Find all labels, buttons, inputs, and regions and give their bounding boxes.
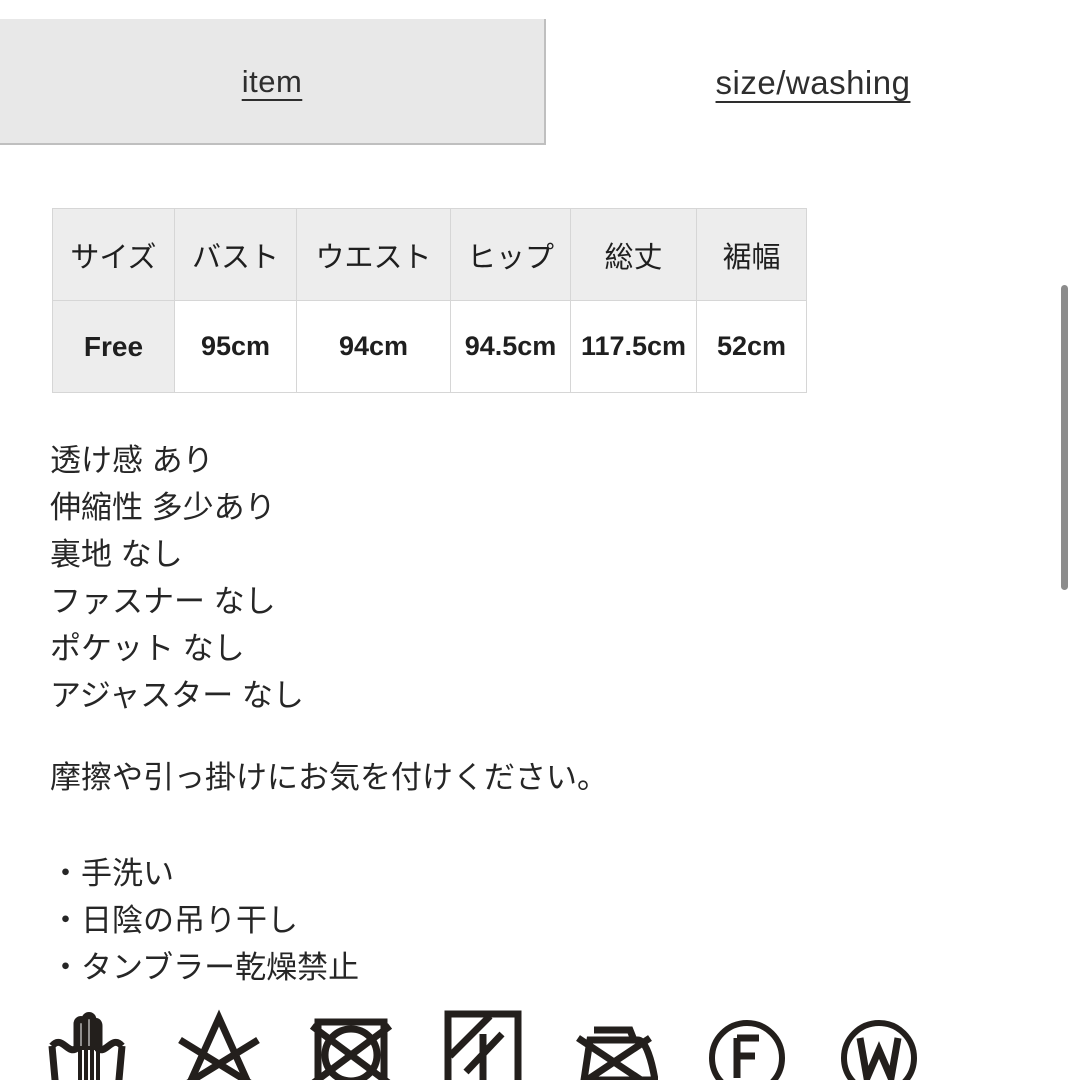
spec-item: アジャスター なし: [50, 678, 304, 713]
spec-item: ポケット なし: [50, 631, 245, 666]
tab-item-label: item: [241, 63, 303, 99]
line-dry-in-shade-icon: [440, 1004, 526, 1080]
size-table-head: サイズ バスト ウエスト ヒップ 総丈 裾幅: [52, 208, 807, 301]
size-table-cell: 95cm: [174, 300, 297, 393]
care-symbol-row: [44, 1004, 944, 1080]
do-not-bleach-icon: [176, 1004, 262, 1080]
spec-item: 透け感 あり: [50, 443, 214, 478]
spec-item: 裏地 なし: [50, 537, 183, 572]
size-table-cell: 94.5cm: [450, 300, 571, 393]
dry-clean-petroleum-icon: [704, 1004, 790, 1080]
do-not-iron-icon: [572, 1004, 658, 1080]
size-table-header-cell: 裾幅: [696, 208, 807, 301]
size-table-row-label: Free: [52, 300, 175, 393]
size-table-header-cell: バスト: [174, 208, 297, 301]
do-not-tumble-dry-icon: [308, 1004, 394, 1080]
size-table-header-cell: ヒップ: [450, 208, 571, 301]
spec-item: 伸縮性 多少あり: [50, 490, 276, 525]
wet-clean-icon: [836, 1004, 922, 1080]
hand-wash-icon: [44, 1004, 130, 1080]
size-table-header-cell: サイズ: [52, 208, 175, 301]
size-table: サイズ バスト ウエスト ヒップ 総丈 裾幅 Free 95cm 94cm 94…: [52, 208, 807, 393]
size-table-cell: 117.5cm: [570, 300, 697, 393]
scrollbar-track[interactable]: [1061, 0, 1075, 1080]
size-table-cell: 94cm: [296, 300, 451, 393]
size-table-header-cell: ウエスト: [296, 208, 451, 301]
caution-note: 摩擦や引っ掛けにお気を付けください。: [50, 760, 608, 795]
tab-size-washing-label: size/washing: [715, 63, 911, 101]
tab-item[interactable]: item: [0, 19, 546, 145]
spec-item: ファスナー なし: [50, 584, 276, 619]
tab-bar: item size/washing: [0, 0, 1080, 152]
spec-list: 透け感 あり 伸縮性 多少あり 裏地 なし ファスナー なし ポケット なし ア…: [50, 437, 690, 719]
size-table-header-row: サイズ バスト ウエスト ヒップ 総丈 裾幅: [52, 208, 807, 301]
scrollbar-thumb[interactable]: [1061, 285, 1068, 590]
tab-size-washing[interactable]: size/washing: [546, 19, 1080, 145]
size-table-header-cell: 総丈: [570, 208, 697, 301]
size-table-body: Free 95cm 94cm 94.5cm 117.5cm 52cm: [52, 300, 807, 393]
table-row: Free 95cm 94cm 94.5cm 117.5cm 52cm: [52, 300, 807, 393]
care-instruction-item: ・タンブラー乾燥禁止: [50, 950, 360, 985]
care-instruction-item: ・日陰の吊り干し: [50, 903, 298, 938]
size-table-cell: 52cm: [696, 300, 807, 393]
care-instruction-item: ・手洗い: [50, 856, 174, 891]
care-instruction-list: ・手洗い ・日陰の吊り干し ・タンブラー乾燥禁止: [50, 850, 690, 991]
